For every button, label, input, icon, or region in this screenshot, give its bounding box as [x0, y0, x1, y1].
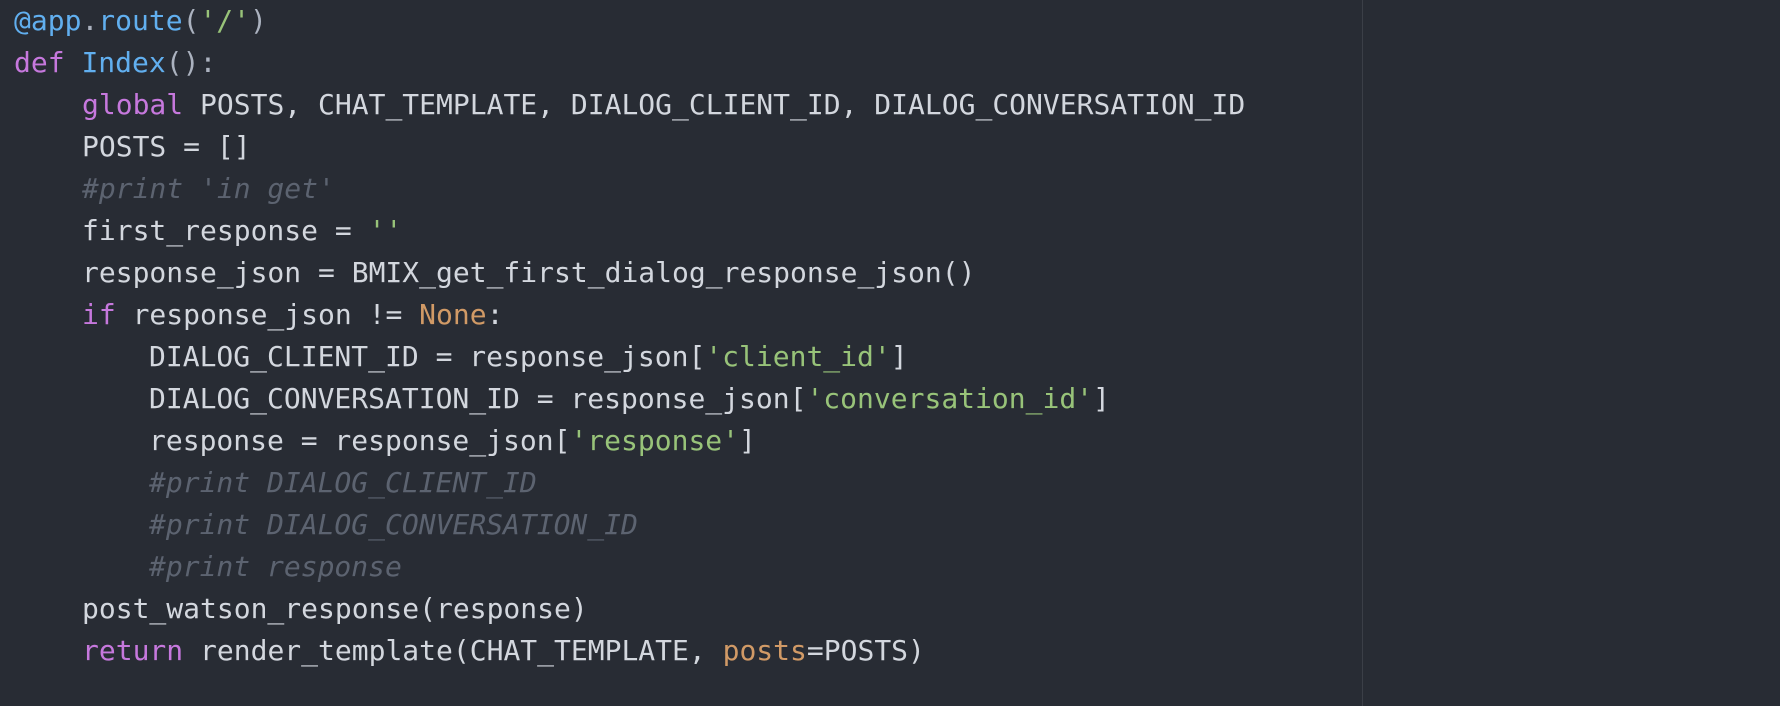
code-token-str: 'conversation_id'	[806, 382, 1094, 415]
code-token-default: response_json !=	[115, 298, 420, 331]
code-token-default: ]	[890, 340, 908, 373]
code-token-fn: route	[98, 4, 183, 37]
code-line[interactable]: @app.route('/')	[14, 0, 1245, 42]
code-token-const: None	[419, 298, 487, 331]
code-line[interactable]: DIALOG_CONVERSATION_ID = response_json['…	[14, 378, 1245, 420]
code-editor[interactable]: @app.route('/') def Index(): global POSTS,…	[0, 0, 1780, 706]
code-token-default: first_response =	[82, 214, 369, 247]
code-line[interactable]: first_response = ''	[14, 210, 1245, 252]
code-line[interactable]: global POSTS, CHAT_TEMPLATE, DIALOG_CLIE…	[14, 84, 1245, 126]
code-token-str: 'client_id'	[705, 340, 891, 373]
code-line[interactable]: #print response	[14, 546, 1245, 588]
code-token-default: DIALOG_CONVERSATION_ID = response_json[	[149, 382, 807, 415]
code-token-default	[65, 46, 82, 79]
code-token-kw: global	[82, 88, 184, 121]
code-token-punct: ():	[165, 46, 217, 79]
code-token-default: POSTS = []	[82, 130, 251, 163]
code-token-fn: @app	[14, 4, 82, 37]
code-token-default: render_template(CHAT_TEMPLATE,	[183, 634, 723, 667]
code-token-default: ]	[739, 424, 756, 457]
code-token-const: posts	[722, 634, 807, 667]
code-line[interactable]: response_json = BMIX_get_first_dialog_re…	[14, 252, 1245, 294]
code-line[interactable]: def Index():	[14, 42, 1245, 84]
code-token-comment: #print response	[149, 550, 402, 583]
code-line[interactable]: #print DIALOG_CLIENT_ID	[14, 462, 1245, 504]
code-token-default: POSTS, CHAT_TEMPLATE, DIALOG_CLIENT_ID, …	[183, 88, 1246, 121]
code-token-default: post_watson_response(response)	[82, 592, 588, 625]
code-lines[interactable]: @app.route('/') def Index(): global POSTS,…	[14, 0, 1245, 672]
code-line[interactable]: return render_template(CHAT_TEMPLATE, po…	[14, 630, 1245, 672]
code-token-kw: if	[82, 298, 116, 331]
code-token-str: '/'	[199, 4, 251, 37]
code-line[interactable]: response = response_json['response']	[14, 420, 1245, 462]
code-line[interactable]: #print DIALOG_CONVERSATION_ID	[14, 504, 1245, 546]
code-token-str: 'response'	[570, 424, 740, 457]
code-token-kw: return	[82, 634, 184, 667]
code-token-default: :	[486, 298, 504, 331]
code-token-comment: #print DIALOG_CLIENT_ID	[149, 466, 537, 499]
code-line[interactable]: DIALOG_CLIENT_ID = response_json['client…	[14, 336, 1245, 378]
code-token-comment: #print DIALOG_CONVERSATION_ID	[149, 508, 638, 541]
code-line[interactable]: #print 'in get'	[14, 168, 1245, 210]
code-token-punct: (	[182, 4, 200, 37]
code-token-punct: )	[250, 4, 267, 37]
code-token-default: DIALOG_CLIENT_ID = response_json[	[149, 340, 706, 373]
code-token-fn: Index	[81, 46, 166, 79]
code-line[interactable]: post_watson_response(response)	[14, 588, 1245, 630]
code-token-default: response = response_json[	[149, 424, 571, 457]
code-token-kw: def	[14, 46, 65, 79]
code-token-default: response_json = BMIX_get_first_dialog_re…	[82, 256, 976, 289]
code-token-punct: .	[81, 4, 99, 37]
code-line[interactable]: POSTS = []	[14, 126, 1245, 168]
code-line[interactable]: if response_json != None:	[14, 294, 1245, 336]
code-token-default: ]	[1093, 382, 1110, 415]
wrap-guide	[1362, 0, 1363, 706]
code-token-str: ''	[368, 214, 403, 247]
code-token-default: =POSTS)	[806, 634, 925, 667]
code-token-comment: #print 'in get'	[82, 172, 335, 205]
